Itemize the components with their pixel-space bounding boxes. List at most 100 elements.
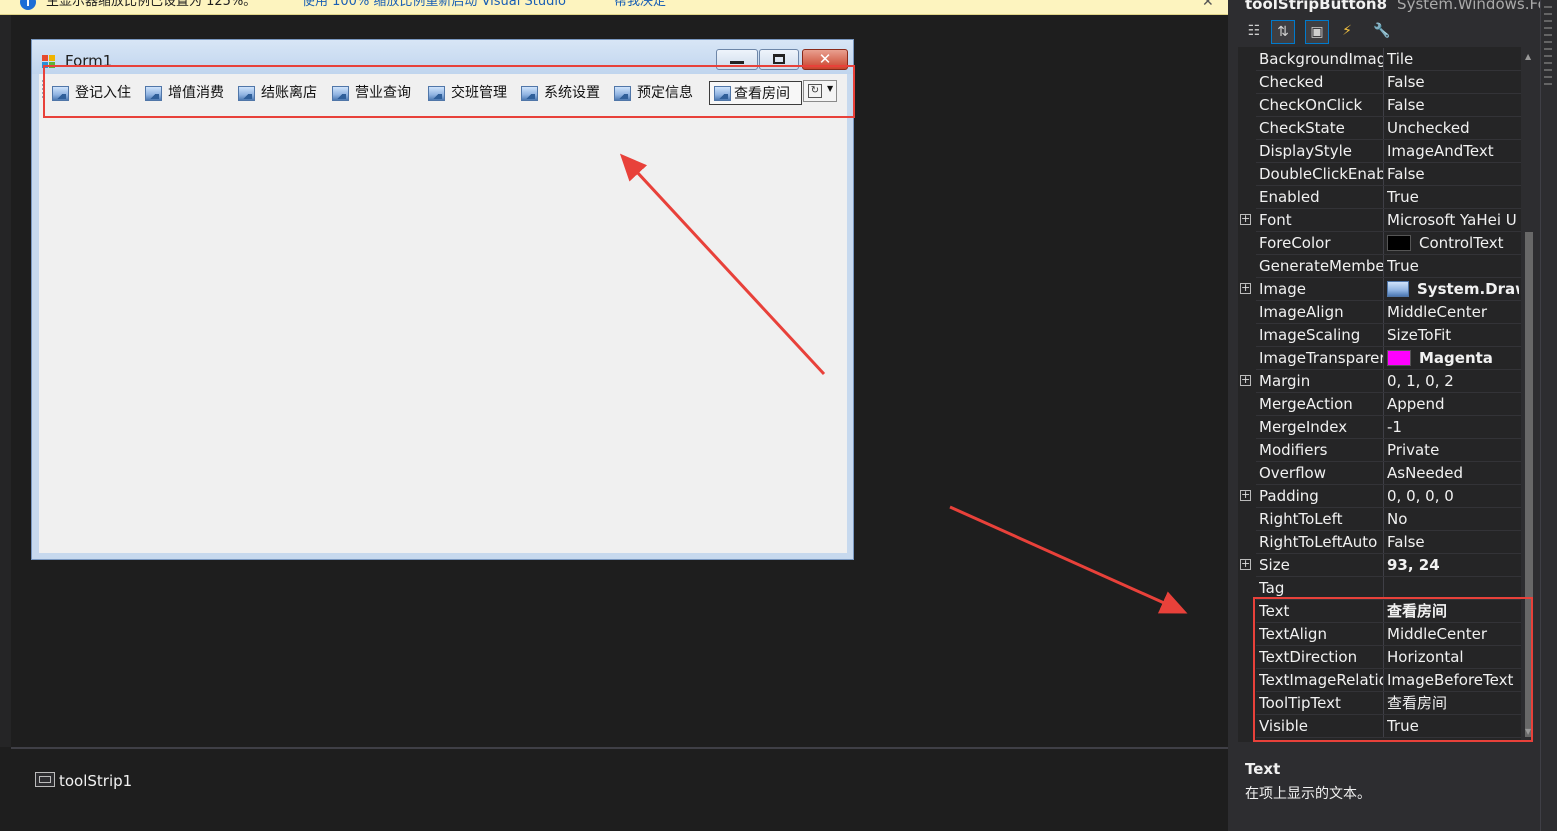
property-row[interactable]: RightToLeft No <box>1238 508 1521 531</box>
close-infobar-icon[interactable]: ✕ <box>1202 0 1214 9</box>
property-value[interactable]: Magenta <box>1387 347 1519 370</box>
expand-plus-icon[interactable]: + <box>1240 213 1251 225</box>
property-value[interactable]: 0, 0, 0, 0 <box>1387 485 1519 508</box>
side-tab-strip[interactable] <box>1540 0 1557 831</box>
properties-view-button[interactable]: ▣ <box>1305 20 1329 44</box>
property-row[interactable]: GenerateMembe True <box>1238 255 1521 278</box>
property-grid[interactable]: BackgroundImag Tile Checked False CheckOnCli… <box>1238 47 1521 742</box>
column-separator[interactable] <box>1383 278 1384 301</box>
toolstrip-button-checkin[interactable]: 登记入住 <box>46 81 138 105</box>
column-separator[interactable] <box>1383 577 1384 600</box>
column-separator[interactable] <box>1383 347 1384 370</box>
property-row[interactable]: Text 查看房间 <box>1238 600 1521 623</box>
property-grid-scrollbar[interactable]: ▲ ▼ <box>1521 47 1538 742</box>
close-button[interactable]: ✕ <box>802 49 848 70</box>
property-value[interactable]: MiddleCenter <box>1387 301 1519 324</box>
property-value[interactable]: True <box>1387 715 1519 738</box>
property-value[interactable]: System.Drawi <box>1387 278 1519 301</box>
property-value[interactable]: Append <box>1387 393 1519 416</box>
toolstrip-add-item-dropdown[interactable]: ↻ ▼ <box>803 80 837 102</box>
column-separator[interactable] <box>1383 669 1384 692</box>
column-separator[interactable] <box>1383 554 1384 577</box>
property-row[interactable]: + Image System.Drawi <box>1238 278 1521 301</box>
column-separator[interactable] <box>1383 301 1384 324</box>
property-row[interactable]: MergeIndex -1 <box>1238 416 1521 439</box>
expand-plus-icon[interactable]: + <box>1240 489 1251 501</box>
property-row[interactable]: ImageScaling SizeToFit <box>1238 324 1521 347</box>
property-value[interactable]: ImageBeforeText <box>1387 669 1519 692</box>
property-row[interactable]: RightToLeftAuto False <box>1238 531 1521 554</box>
column-separator[interactable] <box>1383 324 1384 347</box>
column-separator[interactable] <box>1383 623 1384 646</box>
property-value[interactable]: 0, 1, 0, 2 <box>1387 370 1519 393</box>
toolstrip-grip[interactable] <box>42 80 44 100</box>
column-separator[interactable] <box>1383 439 1384 462</box>
property-value[interactable]: -1 <box>1387 416 1519 439</box>
property-value[interactable]: False <box>1387 94 1519 117</box>
column-separator[interactable] <box>1383 692 1384 715</box>
property-row[interactable]: + Size 93, 24 <box>1238 554 1521 577</box>
property-row[interactable]: ImageAlign MiddleCenter <box>1238 301 1521 324</box>
expand-plus-icon[interactable]: + <box>1240 282 1251 294</box>
column-separator[interactable] <box>1383 646 1384 669</box>
property-row[interactable]: Overflow AsNeeded <box>1238 462 1521 485</box>
maximize-button[interactable] <box>759 49 799 70</box>
column-separator[interactable] <box>1383 370 1384 393</box>
property-row[interactable]: Visible True <box>1238 715 1521 738</box>
property-value[interactable]: No <box>1387 508 1519 531</box>
expand-plus-icon[interactable]: + <box>1240 558 1251 570</box>
column-separator[interactable] <box>1383 462 1384 485</box>
property-row[interactable]: Tag <box>1238 577 1521 600</box>
column-separator[interactable] <box>1383 715 1384 738</box>
property-value[interactable]: Tile <box>1387 48 1519 71</box>
property-value[interactable]: 查看房间 <box>1387 692 1519 715</box>
toolstrip-button-reservation[interactable]: 预定信息 <box>608 81 702 105</box>
property-value[interactable]: True <box>1387 255 1519 278</box>
property-value[interactable]: ControlText <box>1387 232 1519 255</box>
property-row[interactable]: TextAlign MiddleCenter <box>1238 623 1521 646</box>
toolstrip-button-shift[interactable]: 交班管理 <box>422 81 514 105</box>
property-value[interactable]: True <box>1387 186 1519 209</box>
property-row[interactable]: + Font Microsoft YaHei U <box>1238 209 1521 232</box>
column-separator[interactable] <box>1383 71 1384 94</box>
property-value[interactable]: 查看房间 <box>1387 600 1519 623</box>
property-row[interactable]: ForeColor ControlText <box>1238 232 1521 255</box>
property-value[interactable]: Private <box>1387 439 1519 462</box>
column-separator[interactable] <box>1383 393 1384 416</box>
property-value[interactable]: SizeToFit <box>1387 324 1519 347</box>
column-separator[interactable] <box>1383 416 1384 439</box>
column-separator[interactable] <box>1383 163 1384 186</box>
property-value[interactable]: Unchecked <box>1387 117 1519 140</box>
restart-100-link[interactable]: 使用 100% 缩放比例重新启动 Visual Studio <box>302 0 566 9</box>
side-tab[interactable] <box>1544 6 1552 86</box>
minimize-button[interactable] <box>716 49 758 70</box>
property-row[interactable]: + Margin 0, 1, 0, 2 <box>1238 370 1521 393</box>
property-row[interactable]: ImageTransparer Magenta <box>1238 347 1521 370</box>
alphabetical-button[interactable]: ⇅ <box>1271 20 1295 44</box>
column-separator[interactable] <box>1383 600 1384 623</box>
property-value[interactable]: Horizontal <box>1387 646 1519 669</box>
property-row[interactable]: CheckState Unchecked <box>1238 117 1521 140</box>
property-value[interactable]: False <box>1387 163 1519 186</box>
property-value[interactable]: MiddleCenter <box>1387 623 1519 646</box>
property-value[interactable]: False <box>1387 71 1519 94</box>
toolstrip-button-query[interactable]: 营业查询 <box>326 81 419 105</box>
help-me-decide-link[interactable]: 帮我决定 <box>614 0 666 9</box>
column-separator[interactable] <box>1383 48 1384 71</box>
property-row[interactable]: TextDirection Horizontal <box>1238 646 1521 669</box>
property-row[interactable]: TextImageRelatio ImageBeforeText <box>1238 669 1521 692</box>
toolstrip-button-view-rooms[interactable]: 查看房间 <box>709 81 802 105</box>
column-separator[interactable] <box>1383 186 1384 209</box>
property-value[interactable]: Microsoft YaHei U <box>1387 209 1519 232</box>
property-row[interactable]: DoubleClickEnab False <box>1238 163 1521 186</box>
tray-component-toolstrip1[interactable]: toolStrip1 <box>35 772 132 790</box>
toolstrip-button-settings[interactable]: 系统设置 <box>515 81 607 105</box>
column-separator[interactable] <box>1383 508 1384 531</box>
form1-window[interactable]: Form1 ✕ 登记入住 增值消费 结账离店 营业查询 交班管理 系统设置 预定… <box>31 39 854 560</box>
properties-object-selector[interactable]: toolStripButton8 System.Windows.Fo <box>1245 0 1547 13</box>
scroll-down-icon[interactable]: ▼ <box>1525 727 1531 736</box>
form-resize-edge[interactable] <box>847 74 853 553</box>
form-client-area[interactable]: 登记入住 增值消费 结账离店 营业查询 交班管理 系统设置 预定信息 查看房间 … <box>39 74 847 553</box>
column-separator[interactable] <box>1383 94 1384 117</box>
property-row[interactable]: DisplayStyle ImageAndText <box>1238 140 1521 163</box>
